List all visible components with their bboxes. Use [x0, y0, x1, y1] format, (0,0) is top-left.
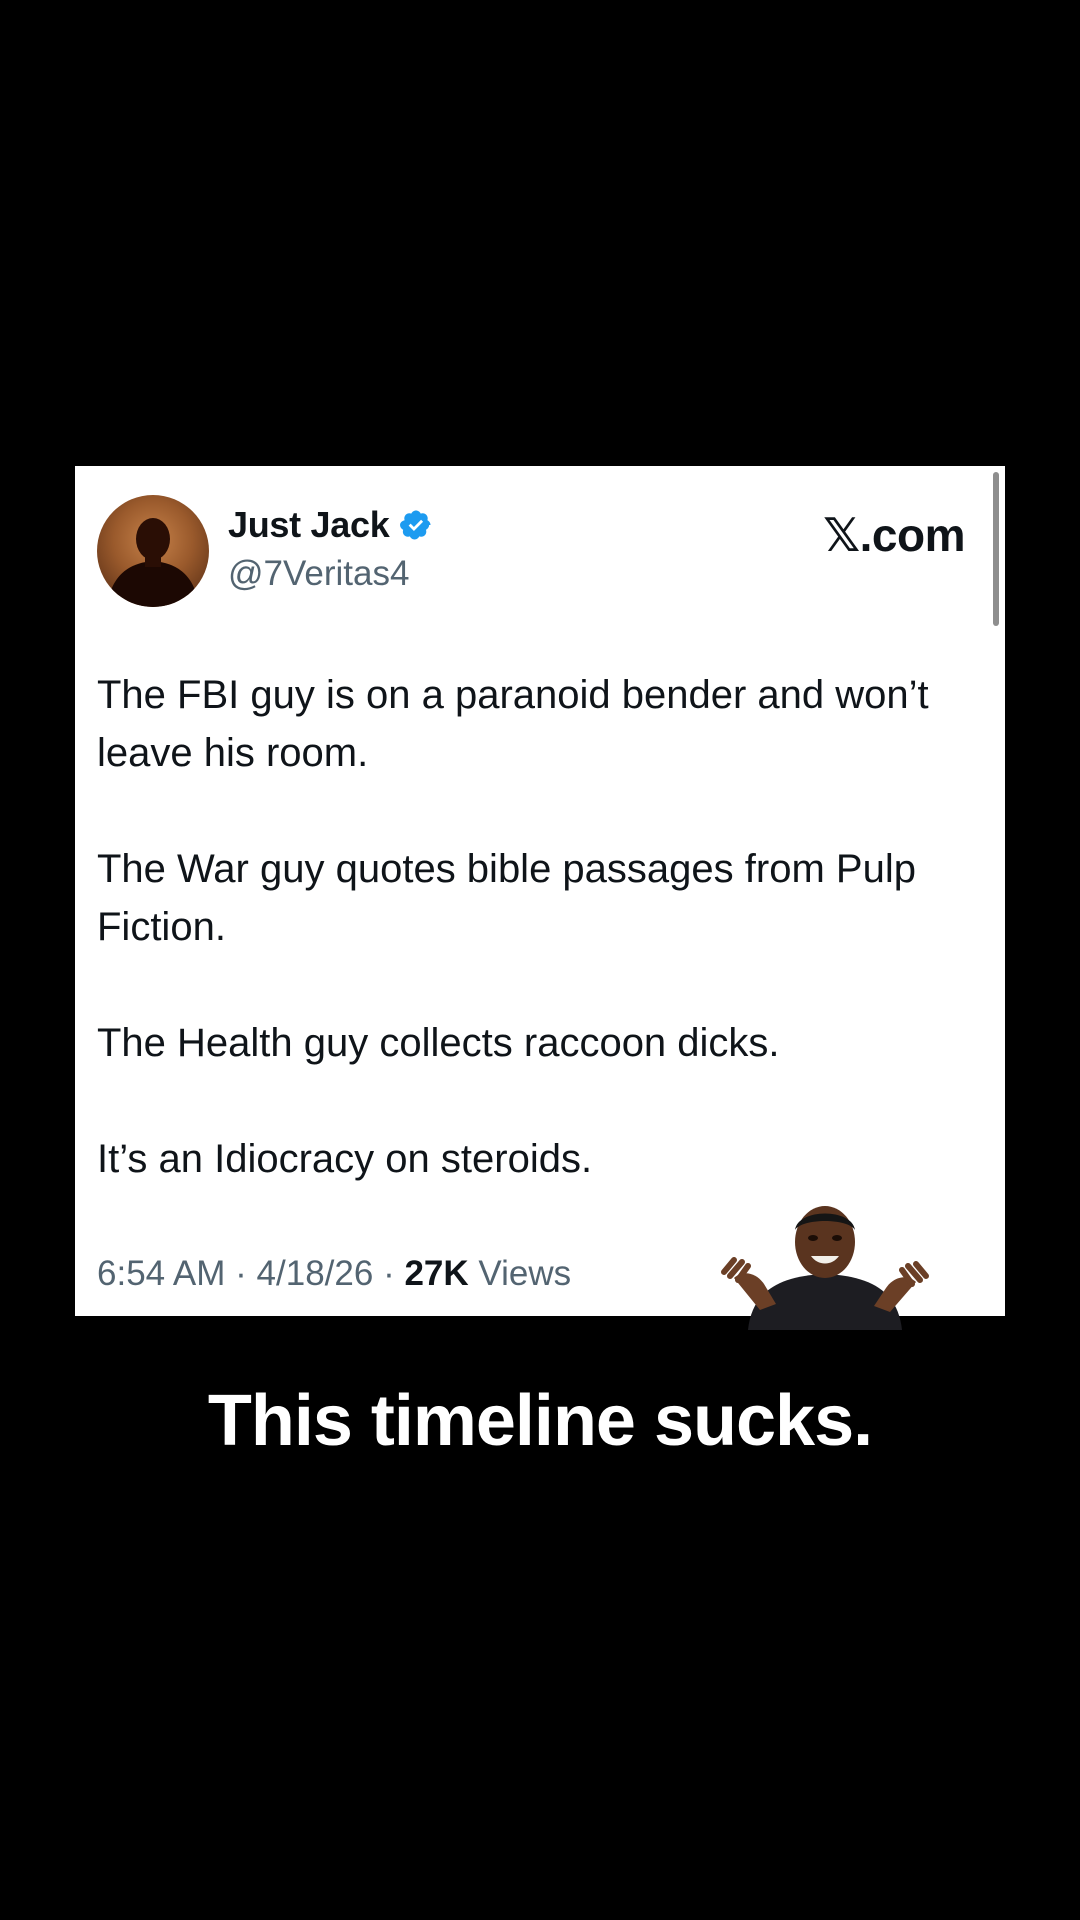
views-count: 27K [404, 1254, 469, 1293]
silhouette-avatar-icon [107, 518, 199, 607]
author-handle[interactable]: @7Veritas4 [228, 554, 409, 594]
tweet-time[interactable]: 6:54 AM [97, 1254, 225, 1293]
meta-separator: · [383, 1254, 395, 1293]
views-label: Views [478, 1254, 572, 1293]
avatar[interactable] [97, 495, 209, 607]
tweet-date[interactable]: 4/18/26 [257, 1254, 374, 1293]
tweet-meta: 6:54 AM · 4/18/26 · 27K Views [97, 1254, 571, 1294]
video-caption: This timeline sucks. [207, 1381, 873, 1461]
shrugging-man-sticker [720, 1200, 930, 1330]
tweet-paragraph: It’s an Idiocracy on steroids. [97, 1137, 593, 1181]
display-name[interactable]: Just Jack [228, 504, 390, 546]
tweet-paragraph: The War guy quotes bible passages from P… [97, 847, 916, 949]
meta-separator: · [235, 1254, 247, 1293]
x-com-brand: 𝕏.com [823, 509, 965, 561]
author-name-row[interactable]: Just Jack [228, 504, 433, 546]
tweet-paragraph: The Health guy collects raccoon dicks. [97, 1021, 780, 1065]
tweet-card[interactable]: Just Jack @7Veritas4 𝕏.com The FBI guy i… [75, 466, 1005, 1316]
tweet-text: The FBI guy is on a paranoid bender and … [97, 666, 977, 1246]
verified-badge-icon [399, 508, 433, 542]
tweet-paragraph: The FBI guy is on a paranoid bender and … [97, 673, 929, 775]
scrollbar[interactable] [993, 472, 999, 626]
